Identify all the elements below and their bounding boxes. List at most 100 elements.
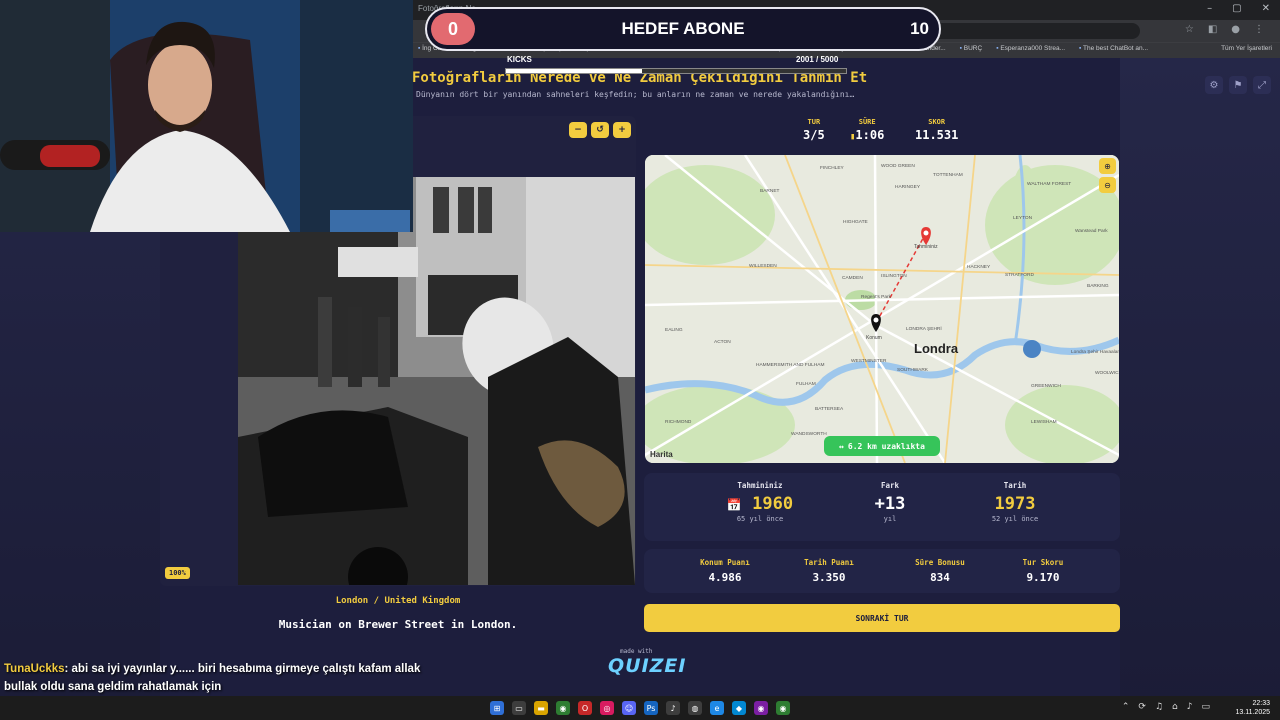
next-round-button[interactable]: SONRAKİ TUR	[644, 604, 1120, 632]
star-icon[interactable]: ☆	[1185, 24, 1194, 35]
result-map[interactable]: Londra Tahmininiz Konum FINCHLEY WOOD GRE…	[645, 155, 1119, 463]
zoom-in-icon: ⊕	[1104, 161, 1111, 171]
map-place-label: LONDRA ŞEHRİ	[906, 325, 942, 332]
time-bonus: Süre Bonusu 834	[885, 558, 995, 584]
map-place-label: WILLESDEN	[749, 263, 777, 269]
gear-icon: ⚙	[1209, 79, 1219, 91]
page-subtitle: Dünyanın dört bir yanından sahneleri keş…	[416, 90, 855, 99]
round-score-value: 9.170	[1026, 571, 1060, 584]
opera-icon[interactable]: O	[578, 701, 592, 715]
maximize-icon[interactable]: ▢	[1232, 3, 1241, 14]
guess-year-col: Tahmininiz 📅 1960 65 yıl önce	[720, 481, 800, 523]
minimize-icon[interactable]: –	[1207, 3, 1212, 14]
guess-year-ago: 65 yıl önce	[736, 515, 784, 523]
fullscreen-button[interactable]: ⤢	[1253, 76, 1271, 94]
zoom-out-button[interactable]: −	[569, 122, 587, 138]
volume-icon[interactable]: ♪	[1187, 702, 1193, 712]
discord-icon[interactable]: ☺	[622, 701, 636, 715]
guess-year-text: 1960	[752, 494, 794, 514]
score-value: 11.531	[915, 128, 959, 142]
round-score: Tur Skoru 9.170	[988, 558, 1098, 584]
close-icon[interactable]: ✕	[1262, 3, 1270, 14]
zoom-in-button[interactable]: +	[613, 122, 631, 138]
actual-year-value: 1973	[994, 494, 1036, 514]
year-diff-col: Fark +13 yıl	[860, 481, 920, 523]
chrome-icon[interactable]: ◉	[556, 701, 570, 715]
webcam-overlay	[0, 0, 413, 232]
goal-target-count: 10	[910, 19, 929, 38]
reset-zoom-button[interactable]: ↺	[591, 122, 609, 138]
expand-icon: ⤢	[1258, 79, 1266, 91]
guess-marker-label: Tahmininiz	[914, 244, 938, 250]
quizei-logo[interactable]: QUIZEI	[608, 655, 686, 677]
map-place-label: WOOD GREEN	[881, 163, 915, 169]
map-place-label: BARNET	[760, 188, 780, 194]
photo-zoom-controls: − ↺ +	[569, 122, 631, 138]
time-label: SÜRE	[858, 118, 876, 126]
tiktok-icon[interactable]: ♪	[666, 701, 680, 715]
map-place-label: BARKING	[1087, 283, 1109, 289]
location-points: Konum Puanı 4.986	[670, 558, 780, 584]
goal-title: HEDEF ABONE	[621, 19, 745, 38]
map-place-label: HIGHGATE	[843, 219, 868, 225]
year-diff-unit: yıl	[883, 515, 897, 523]
zoom-in-icon: +	[618, 125, 626, 135]
vscode-icon[interactable]: ◆	[732, 701, 746, 715]
sync-icon[interactable]: ⟳	[1138, 702, 1146, 712]
bookmark-item[interactable]: The best ChatBot an...	[1079, 45, 1148, 52]
city-label: Londra	[914, 341, 959, 356]
chrome-active-icon[interactable]: ◉	[776, 701, 790, 715]
chat-text: : abi sa iyi yayınlar y...... biri hesab…	[4, 663, 421, 693]
actual-year-col: Tarih 1973 52 yıl önce	[985, 481, 1045, 523]
taskview-icon[interactable]: ▭	[512, 701, 526, 715]
mic-icon[interactable]: ♫	[1155, 702, 1163, 712]
time-bonus-value: 834	[930, 571, 950, 584]
year-diff-value: +13	[874, 494, 906, 514]
explorer-icon[interactable]: ▬	[534, 701, 548, 715]
time-value-text: 1:06	[855, 128, 885, 142]
chevron-up-icon[interactable]: ⌃	[1122, 702, 1130, 712]
photo-location: London / United Kingdom	[335, 596, 461, 606]
map-zoom-out-button[interactable]: ⊖	[1099, 177, 1116, 193]
streamer-webcam	[0, 0, 413, 232]
distance-badge: ↔ 6.2 km uzaklıkta	[824, 436, 940, 456]
map-canvas: Londra Tahmininiz Konum FINCHLEY WOOD GRE…	[645, 155, 1119, 463]
map-place-label: LEWISHAM	[1031, 419, 1057, 425]
profile-icon[interactable]: ●	[1231, 24, 1240, 35]
network-icon[interactable]: ⌂	[1172, 702, 1178, 712]
zoom-level-badge: 100%	[165, 567, 190, 579]
time-value: ▮1:06	[850, 128, 884, 142]
taskbar-clock[interactable]: 22:33 13.11.2025	[1235, 699, 1270, 717]
app-icon[interactable]: ◉	[754, 701, 768, 715]
report-button[interactable]: ⚑	[1229, 76, 1247, 94]
all-bookmarks[interactable]: Tüm Yer İşaretleri	[1221, 45, 1272, 52]
menu-icon[interactable]: ⋮	[1254, 24, 1264, 35]
extension-icon[interactable]: ◧	[1208, 24, 1217, 35]
bookmark-item[interactable]: BURÇ	[960, 45, 982, 52]
taskbar-apps: ⊞ ▭ ▬ ◉ O ◎ ☺ Ps ♪ ◍ e ◆ ◉ ◉	[490, 701, 790, 715]
map-place-label: Regent's Park	[861, 294, 892, 300]
settings-button[interactable]: ⚙	[1205, 76, 1223, 94]
map-zoom-in-button[interactable]: ⊕	[1099, 158, 1116, 174]
kicks-progress-bar	[505, 68, 847, 74]
edge-icon[interactable]: e	[710, 701, 724, 715]
battery-icon[interactable]: ▭	[1201, 702, 1210, 712]
bookmark-item[interactable]: Esperanza000 Strea...	[996, 45, 1065, 52]
clock-date: 13.11.2025	[1235, 709, 1270, 716]
map-place-label: RICHMOND	[665, 419, 692, 425]
year-diff-label: Fark	[880, 481, 900, 490]
system-tray: ⌃ ⟳ ♫ ⌂ ♪ ▭	[1122, 702, 1210, 712]
arrows-icon: ↔	[839, 441, 844, 451]
time-bonus-label: Süre Bonusu	[915, 558, 965, 567]
start-icon[interactable]: ⊞	[490, 701, 504, 715]
time-stat: SÜRE ▮1:06	[850, 118, 884, 142]
guess-year-value: 📅 1960	[720, 494, 800, 514]
map-place-label: SOUTHWARK	[897, 367, 929, 373]
score-stat: SKOR 11.531	[915, 118, 958, 142]
map-zoom-controls: ⊕ ⊖	[1099, 158, 1116, 193]
map-place-label: FINCHLEY	[820, 165, 845, 171]
photoshop-icon[interactable]: Ps	[644, 701, 658, 715]
instagram-icon[interactable]: ◎	[600, 701, 614, 715]
obs-icon[interactable]: ◍	[688, 701, 702, 715]
round-score-label: Tur Skoru	[1022, 558, 1064, 567]
